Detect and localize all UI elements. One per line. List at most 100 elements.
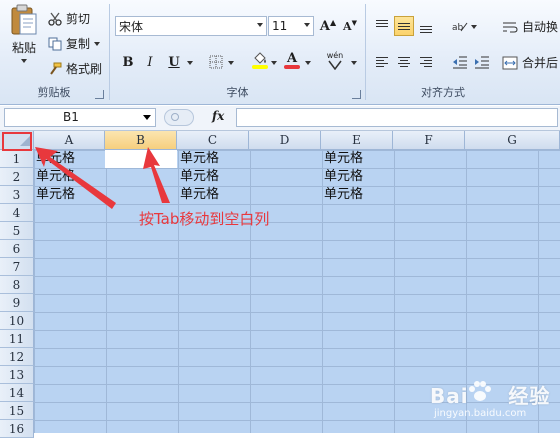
increase-indent-icon (475, 56, 489, 69)
bold-label: B (122, 54, 134, 70)
clipboard-group: 粘贴 剪切 复制 格式刷 剪贴板 (0, 0, 108, 104)
row-header-5[interactable]: 5 (0, 222, 34, 240)
column-header-g[interactable]: G (465, 131, 560, 150)
fill-color-button[interactable] (250, 50, 270, 70)
paste-icon (11, 4, 37, 35)
align-right-button[interactable] (416, 52, 436, 72)
italic-button[interactable]: I (140, 52, 160, 72)
caret-up-icon: ▲ (329, 17, 337, 27)
orientation-dropdown-icon[interactable] (471, 25, 477, 29)
cut-label: 剪切 (66, 12, 91, 26)
align-left-icon (376, 57, 388, 67)
watermark: Bai 经验 jingyan.baidu.com (430, 378, 560, 433)
cell-a3[interactable]: 单元格 (36, 186, 75, 204)
formula-bar-splitter[interactable] (164, 109, 194, 126)
underline-dropdown-icon[interactable] (187, 61, 193, 65)
phonetic-button[interactable]: wén (322, 50, 348, 70)
clipboard-group-label: 剪贴板 (37, 86, 71, 99)
borders-button[interactable] (206, 52, 226, 72)
row-header-14[interactable]: 14 (0, 384, 34, 402)
cell-c2[interactable]: 单元格 (180, 168, 219, 186)
select-all-highlight-box (2, 132, 32, 151)
align-right-icon (420, 57, 432, 67)
name-box[interactable]: B1 (4, 108, 156, 127)
insert-function-button[interactable]: fx (212, 109, 224, 123)
format-painter-label: 格式刷 (66, 62, 103, 76)
cell-e3[interactable]: 单元格 (324, 186, 363, 204)
column-header-b[interactable]: B (105, 131, 177, 150)
font-size-select[interactable]: 11 (268, 16, 314, 36)
align-left-button[interactable] (372, 52, 392, 72)
cell-e2[interactable]: 单元格 (324, 168, 363, 186)
align-bottom-button[interactable] (416, 16, 436, 36)
align-center-button[interactable] (394, 52, 414, 72)
row-header-3[interactable]: 3 (0, 186, 34, 204)
paste-button[interactable]: 粘贴 (6, 4, 42, 64)
font-color-label: A (286, 50, 298, 66)
font-name-select[interactable]: 宋体 (115, 16, 267, 36)
cell-c1[interactable]: 单元格 (180, 150, 219, 168)
font-size-value: 11 (272, 19, 288, 33)
column-header-c[interactable]: C (177, 131, 249, 150)
row-header-6[interactable]: 6 (0, 240, 34, 258)
font-launcher-icon[interactable] (352, 90, 361, 99)
bold-button[interactable]: B (118, 52, 138, 72)
grow-font-label: A (319, 18, 330, 34)
row-header-8[interactable]: 8 (0, 276, 34, 294)
font-color-button[interactable]: A (282, 50, 302, 70)
align-middle-icon (398, 22, 410, 30)
column-header-e[interactable]: E (321, 131, 393, 150)
row-header-10[interactable]: 10 (0, 312, 34, 330)
watermark-url: jingyan.baidu.com (434, 408, 527, 419)
row-header-9[interactable]: 9 (0, 294, 34, 312)
copy-button[interactable]: 复制 (48, 35, 101, 52)
cut-button[interactable]: 剪切 (48, 10, 90, 27)
row-header-16[interactable]: 16 (0, 420, 34, 438)
format-painter-button[interactable]: 格式刷 (48, 60, 102, 77)
wrap-text-icon (503, 22, 518, 32)
chevron-down-icon (257, 23, 263, 27)
shrink-font-button[interactable]: A ▼ (340, 16, 360, 36)
grow-font-button[interactable]: A ▲ (318, 16, 338, 36)
row-header-4[interactable]: 4 (0, 204, 34, 222)
row-header-2[interactable]: 2 (0, 168, 34, 186)
formula-input[interactable] (236, 108, 558, 127)
cell-a1[interactable]: 单元格 (36, 150, 75, 168)
row-header-12[interactable]: 12 (0, 348, 34, 366)
cell-e1[interactable]: 单元格 (324, 150, 363, 168)
fill-color-dropdown-icon[interactable] (271, 61, 277, 65)
merge-center-button[interactable]: 合并后 (502, 54, 558, 71)
cell-c3[interactable]: 单元格 (180, 186, 219, 204)
clipboard-launcher-icon[interactable] (95, 90, 104, 99)
row-header-11[interactable]: 11 (0, 330, 34, 348)
row-header-1[interactable]: 1 (0, 150, 34, 168)
phonetic-label: wén (326, 50, 344, 60)
copy-label: 复制 (66, 37, 91, 51)
row-header-15[interactable]: 15 (0, 402, 34, 420)
borders-dropdown-icon[interactable] (228, 61, 234, 65)
phonetic-dropdown-icon[interactable] (351, 61, 357, 65)
increase-indent-button[interactable] (472, 52, 492, 72)
decrease-indent-icon (453, 56, 467, 69)
decrease-indent-button[interactable] (450, 52, 470, 72)
underline-button[interactable]: U (164, 52, 184, 72)
paint-bucket-icon (254, 52, 266, 64)
row-header-13[interactable]: 13 (0, 366, 34, 384)
column-header-a[interactable]: A (34, 131, 105, 150)
text-orientation-icon: ab (452, 22, 468, 33)
align-middle-button[interactable] (394, 16, 414, 36)
borders-icon (209, 55, 223, 69)
align-bottom-icon (420, 25, 432, 33)
align-center-icon (398, 57, 410, 67)
annotation-label: 按Tab移动到空白列 (139, 210, 270, 228)
align-top-button[interactable] (372, 16, 392, 36)
font-color-dropdown-icon[interactable] (305, 61, 311, 65)
orientation-button[interactable]: ab (450, 16, 470, 36)
font-color-swatch (284, 64, 300, 69)
active-cell[interactable] (105, 150, 177, 168)
wrap-text-button[interactable]: 自动换 (502, 18, 558, 35)
column-header-f[interactable]: F (393, 131, 465, 150)
column-header-d[interactable]: D (249, 131, 321, 150)
cell-a2[interactable]: 单元格 (36, 168, 75, 186)
row-header-7[interactable]: 7 (0, 258, 34, 276)
